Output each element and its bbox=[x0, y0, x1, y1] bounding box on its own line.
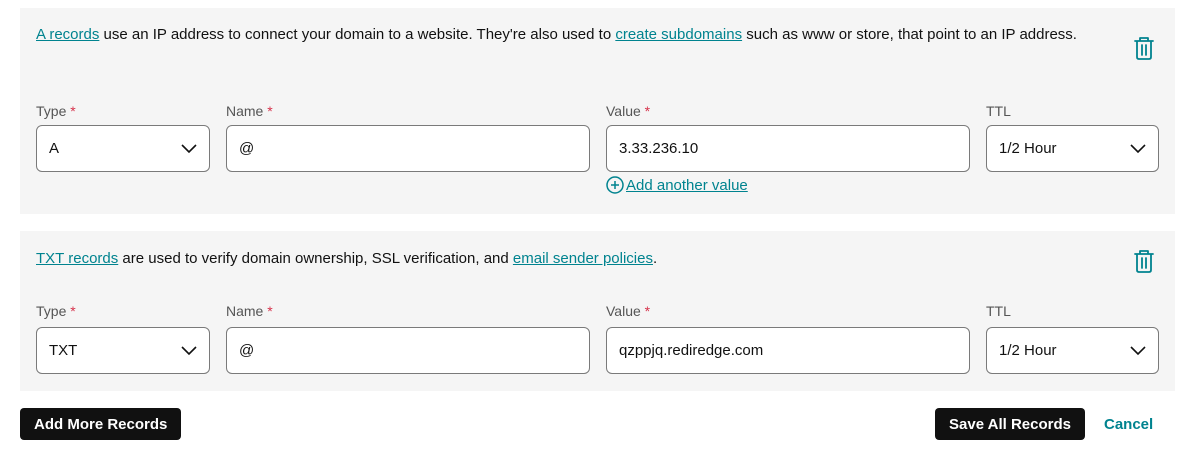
save-all-records-button[interactable]: Save All Records bbox=[935, 408, 1085, 440]
type-select-value: A bbox=[49, 140, 60, 157]
a-record-desc-text1: use an IP address to connect your domain… bbox=[99, 26, 616, 43]
ttl-select-value: 1/2 Hour bbox=[999, 342, 1057, 359]
type-label: Type * bbox=[36, 103, 76, 119]
value-label: Value * bbox=[606, 103, 651, 119]
txt-record-desc-text2: . bbox=[652, 250, 658, 267]
name-label: Name * bbox=[226, 103, 273, 119]
a-record-card: A records use an IP address to connect y… bbox=[20, 8, 1175, 214]
txt-records-link[interactable]: TXT records bbox=[36, 250, 118, 267]
add-another-value-label: Add another value bbox=[626, 176, 748, 194]
type-select-value: TXT bbox=[49, 342, 78, 359]
name-input[interactable] bbox=[226, 125, 590, 172]
ttl-label: TTL bbox=[986, 303, 1011, 319]
a-record-desc-text2: such as www or store, that point to an I… bbox=[742, 26, 1077, 43]
plus-circle-icon bbox=[606, 176, 624, 194]
value-input[interactable] bbox=[606, 327, 970, 374]
trash-icon[interactable] bbox=[1133, 36, 1155, 60]
cancel-button[interactable]: Cancel bbox=[1104, 408, 1153, 440]
type-select[interactable]: A bbox=[36, 125, 210, 172]
txt-record-desc-text1: are used to verify domain ownership, SSL… bbox=[118, 250, 513, 267]
type-label: Type * bbox=[36, 303, 76, 319]
value-input[interactable] bbox=[606, 125, 970, 172]
name-input-field[interactable] bbox=[239, 140, 577, 157]
name-input[interactable] bbox=[226, 327, 590, 374]
ttl-label: TTL bbox=[986, 103, 1011, 119]
chevron-down-icon bbox=[181, 345, 197, 355]
name-label: Name * bbox=[226, 303, 273, 319]
ttl-select[interactable]: 1/2 Hour bbox=[986, 327, 1159, 374]
txt-record-description: TXT records are used to verify domain ow… bbox=[36, 248, 1106, 270]
a-record-description: A records use an IP address to connect y… bbox=[36, 24, 1106, 46]
email-sender-policies-link[interactable]: email sender policies bbox=[513, 250, 653, 267]
value-label: Value * bbox=[606, 303, 651, 319]
chevron-down-icon bbox=[1130, 345, 1146, 355]
ttl-select[interactable]: 1/2 Hour bbox=[986, 125, 1159, 172]
value-input-field[interactable] bbox=[619, 140, 957, 157]
ttl-select-value: 1/2 Hour bbox=[999, 140, 1057, 157]
txt-record-card: TXT records are used to verify domain ow… bbox=[20, 231, 1175, 391]
chevron-down-icon bbox=[1130, 143, 1146, 153]
trash-icon[interactable] bbox=[1133, 249, 1155, 273]
type-select[interactable]: TXT bbox=[36, 327, 210, 374]
name-input-field[interactable] bbox=[239, 342, 577, 359]
add-more-records-button[interactable]: Add More Records bbox=[20, 408, 182, 440]
a-records-link[interactable]: A records bbox=[36, 26, 99, 43]
add-another-value-button[interactable]: Add another value bbox=[606, 176, 748, 194]
create-subdomains-link[interactable]: create subdomains bbox=[615, 26, 742, 43]
value-input-field[interactable] bbox=[619, 342, 957, 359]
chevron-down-icon bbox=[181, 143, 197, 153]
